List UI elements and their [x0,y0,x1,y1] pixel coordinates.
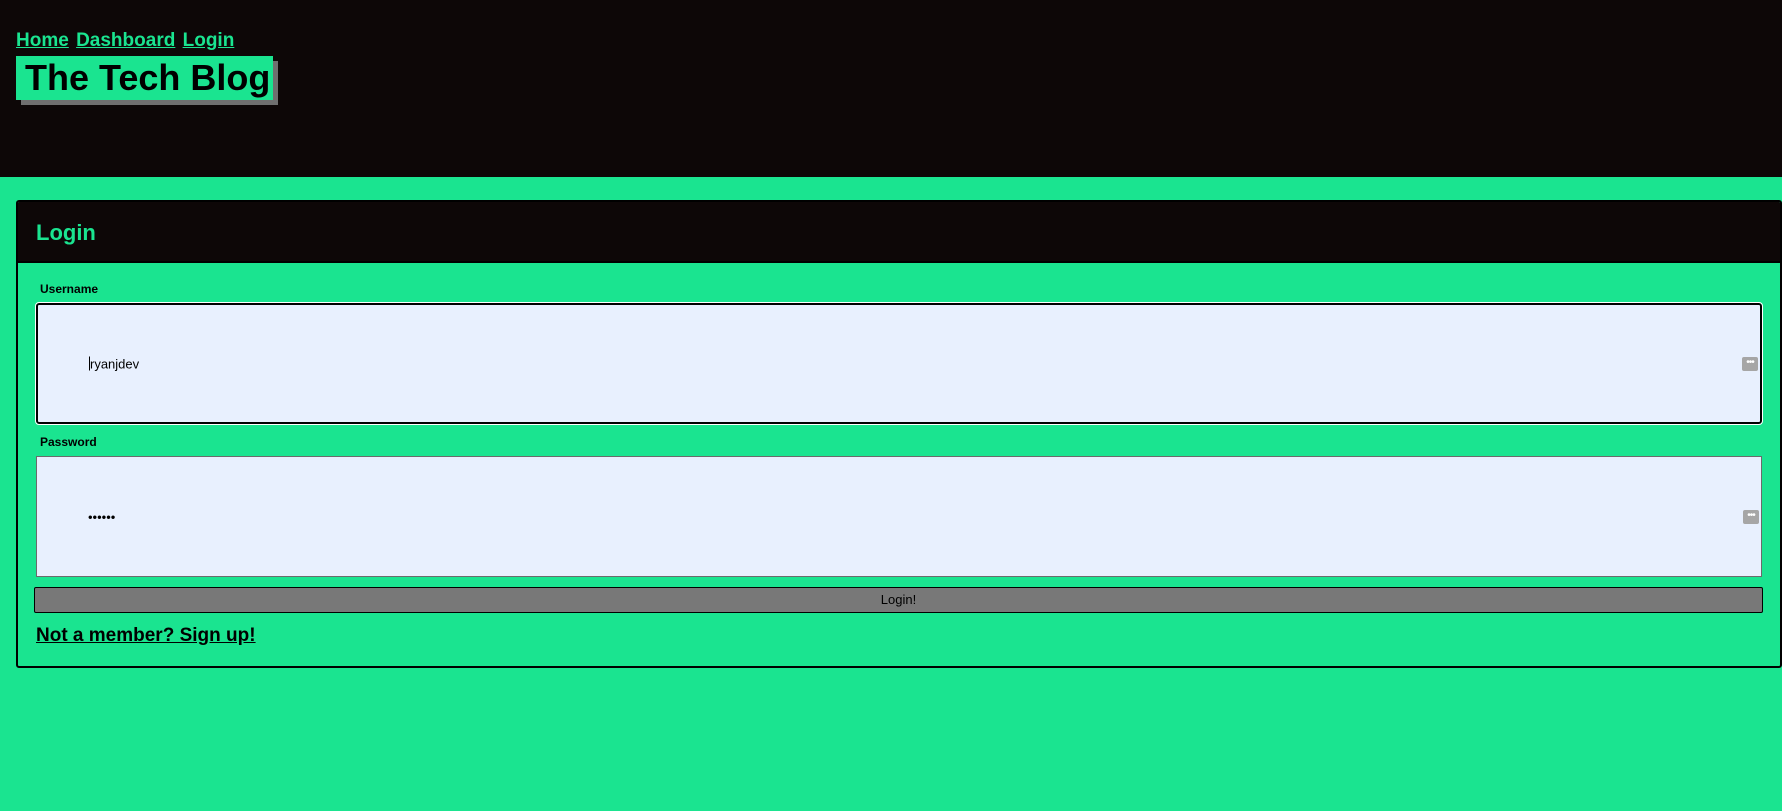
site-title-wrap: The Tech Blog [16,56,278,105]
site-header: Home Dashboard Login The Tech Blog [0,0,1782,177]
more-horizontal-icon[interactable]: ••• [1743,509,1759,524]
login-submit-button[interactable]: Login! [34,587,1763,613]
main-nav: Home Dashboard Login [16,30,236,52]
login-card: Login Username ryanjdev ••• Password •••… [16,200,1782,668]
nav-dashboard-link[interactable]: Dashboard [76,30,175,51]
site-title: The Tech Blog [16,56,273,100]
username-input[interactable]: ryanjdev ••• [35,302,1763,425]
nav-home-link[interactable]: Home [16,30,69,51]
username-label: Username [40,282,99,296]
password-value: •••••• [88,509,116,524]
username-value: ryanjdev [90,356,140,371]
signup-link[interactable]: Not a member? Sign up! [36,625,256,647]
nav-login-link[interactable]: Login [183,30,235,51]
more-horizontal-icon[interactable]: ••• [1742,356,1758,371]
password-label: Password [40,435,97,449]
password-input[interactable]: •••••• ••• [36,456,1762,577]
login-card-header: Login [18,202,1780,263]
login-heading: Login [36,220,96,245]
username-value-wrap: ryanjdev [89,356,139,371]
